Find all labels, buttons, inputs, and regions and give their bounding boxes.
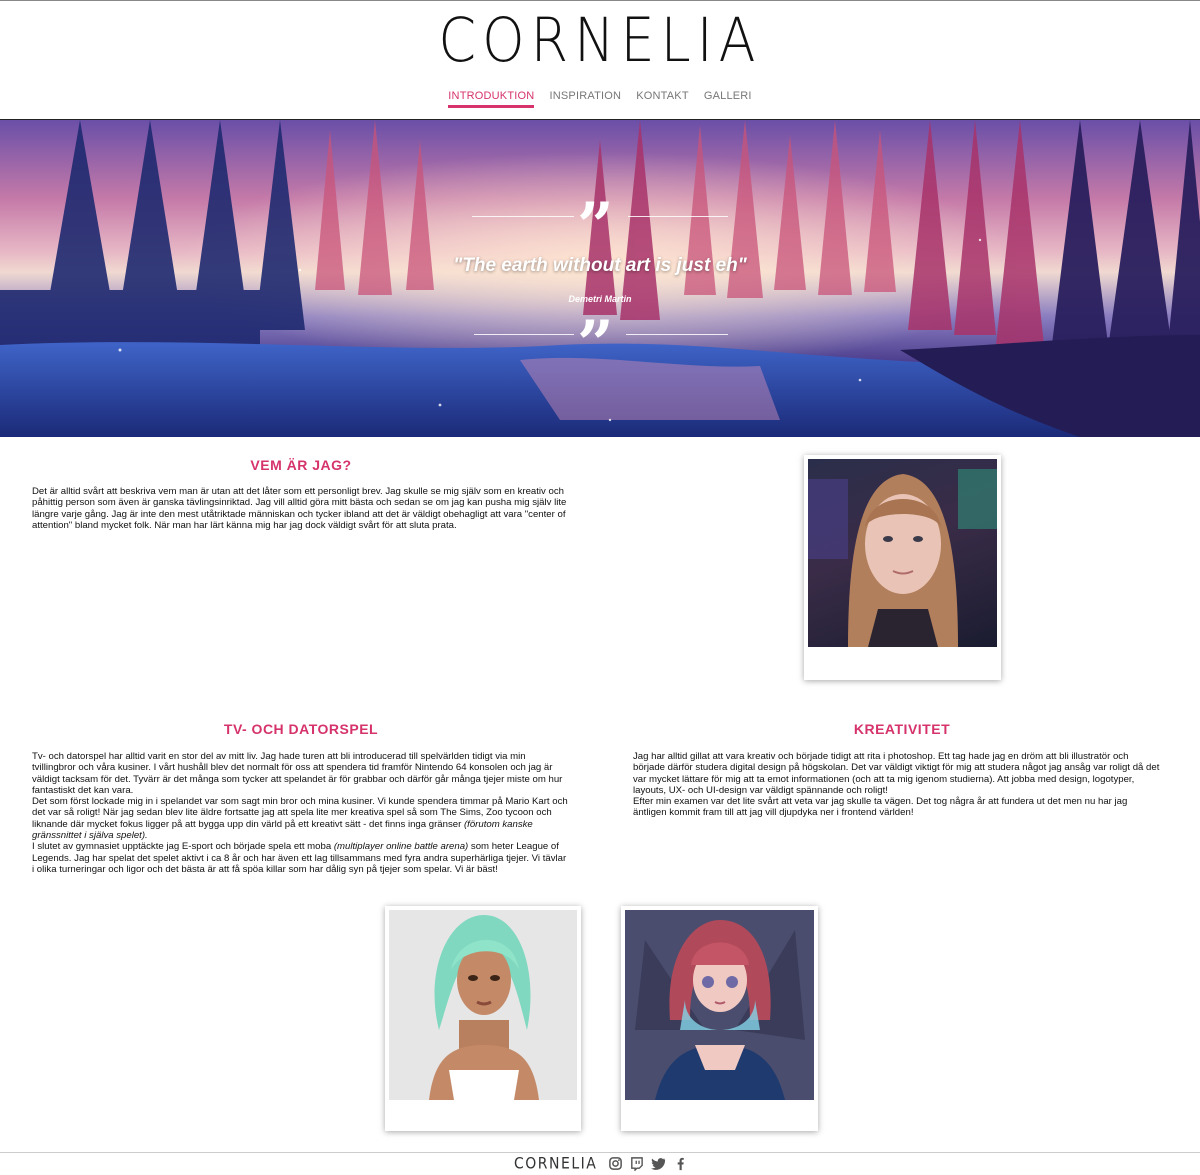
twitter-icon[interactable]	[651, 1156, 666, 1171]
artwork-polaroid-1	[385, 906, 581, 1131]
quote-text: "The earth without art is just eh"	[453, 255, 747, 276]
site-logo[interactable]: CORNELIA	[0, 5, 1200, 76]
games-paragraph-3-note: (multiplayer online battle arena)	[333, 841, 469, 853]
portrait-polaroid	[804, 455, 1001, 680]
creativity-text: Jag har alltid gillat att vara kreativ o…	[633, 751, 1163, 819]
creativity-heading: KREATIVITET	[853, 721, 951, 737]
games-paragraph-3-text-a: I slutet av gymnasiet upptäckte jag E-sp…	[32, 841, 334, 853]
artwork-red-hair	[625, 910, 814, 1100]
quote-divider-top-right	[628, 216, 728, 217]
artwork-mint-hair	[389, 910, 577, 1100]
creativity-paragraph-2: Efter min examen var det lite svårt att …	[633, 796, 1128, 819]
hero-banner: ” "The earth without art is just eh" Dem…	[0, 120, 1200, 437]
games-text: Tv- och datorspel har alltid varit en st…	[32, 751, 570, 875]
games-paragraph-3: I slutet av gymnasiet upptäckte jag E-sp…	[32, 841, 570, 875]
artwork-polaroid-2	[621, 906, 818, 1131]
quote-open-icon: ”	[577, 189, 614, 264]
quote-divider-top-left	[472, 216, 574, 217]
games-paragraph-2: Det som först lockade mig in i spelandet…	[32, 796, 570, 841]
twitch-icon[interactable]	[629, 1156, 644, 1171]
quote-divider-bottom-right	[626, 334, 728, 335]
hero-quote: ” "The earth without art is just eh" Dem…	[0, 120, 1200, 437]
quote-divider-bottom-left	[474, 334, 574, 335]
about-heading: VEM ÄR JAG?	[250, 457, 352, 473]
site-footer: CORNELIA	[0, 1152, 1200, 1175]
games-heading: TV- OCH DATORSPEL	[223, 721, 379, 737]
site-header: CORNELIA INTRODUKTION INSPIRATION KONTAK…	[0, 1, 1200, 119]
facebook-icon[interactable]	[673, 1156, 688, 1171]
creativity-paragraph-1: Jag har alltid gillat att vara kreativ o…	[633, 751, 1160, 796]
footer-logo[interactable]: CORNELIA	[514, 1155, 597, 1173]
instagram-icon[interactable]	[608, 1156, 623, 1171]
quote-close-icon: ”	[577, 307, 614, 382]
quote-author: Demetri Martin	[568, 294, 632, 304]
nav-kontakt[interactable]: KONTAKT	[636, 90, 689, 105]
nav-introduktion[interactable]: INTRODUKTION	[448, 90, 535, 108]
main-nav: INTRODUKTION INSPIRATION KONTAKT GALLERI	[0, 90, 1200, 108]
about-paragraph: Det är alltid svårt att beskriva vem man…	[32, 486, 567, 531]
about-text: Det är alltid svårt att beskriva vem man…	[32, 486, 570, 531]
portrait-photo	[808, 459, 997, 647]
games-paragraph-1: Tv- och datorspel har alltid varit en st…	[32, 751, 563, 796]
nav-inspiration[interactable]: INSPIRATION	[549, 90, 621, 105]
nav-galleri[interactable]: GALLERI	[704, 90, 752, 105]
